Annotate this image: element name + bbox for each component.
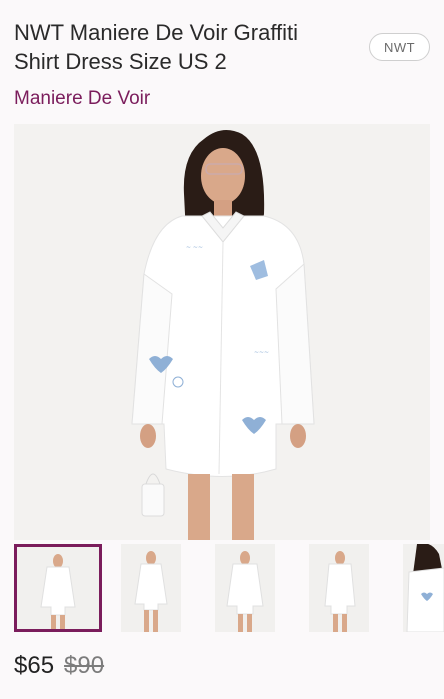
svg-text:~~~: ~~~ [254, 349, 269, 356]
original-price: $90 [64, 652, 105, 679]
svg-text:~ ~~: ~ ~~ [186, 244, 203, 251]
thumbnail-4[interactable] [309, 544, 369, 632]
listing-title: NWT Maniere De Voir Graffiti Shirt Dress… [14, 18, 344, 76]
thumbnail-2-image [121, 544, 181, 632]
thumbnail-5-image [403, 544, 444, 632]
current-price: $65 [14, 652, 55, 679]
thumbnail-1-image [17, 547, 99, 629]
thumbnail-5[interactable] [403, 544, 444, 632]
thumbnail-3-image [215, 544, 275, 632]
thumbnail-4-image [309, 544, 369, 632]
condition-badge[interactable]: NWT [369, 33, 430, 61]
product-photo-main[interactable]: ~ ~~ ~~~ [14, 124, 430, 540]
model-illustration: ~ ~~ ~~~ [14, 124, 430, 540]
thumbnail-3[interactable] [215, 544, 275, 632]
title-line-1: NWT Maniere De Voir Graffiti [14, 20, 299, 45]
thumbnail-2[interactable] [121, 544, 181, 632]
price-row: $65 $90 [14, 652, 104, 680]
thumbnail-strip [14, 544, 444, 634]
title-line-2: Shirt Dress Size US 2 [14, 49, 227, 74]
brand-link[interactable]: Maniere De Voir [14, 88, 150, 110]
thumbnail-1[interactable] [14, 544, 102, 632]
